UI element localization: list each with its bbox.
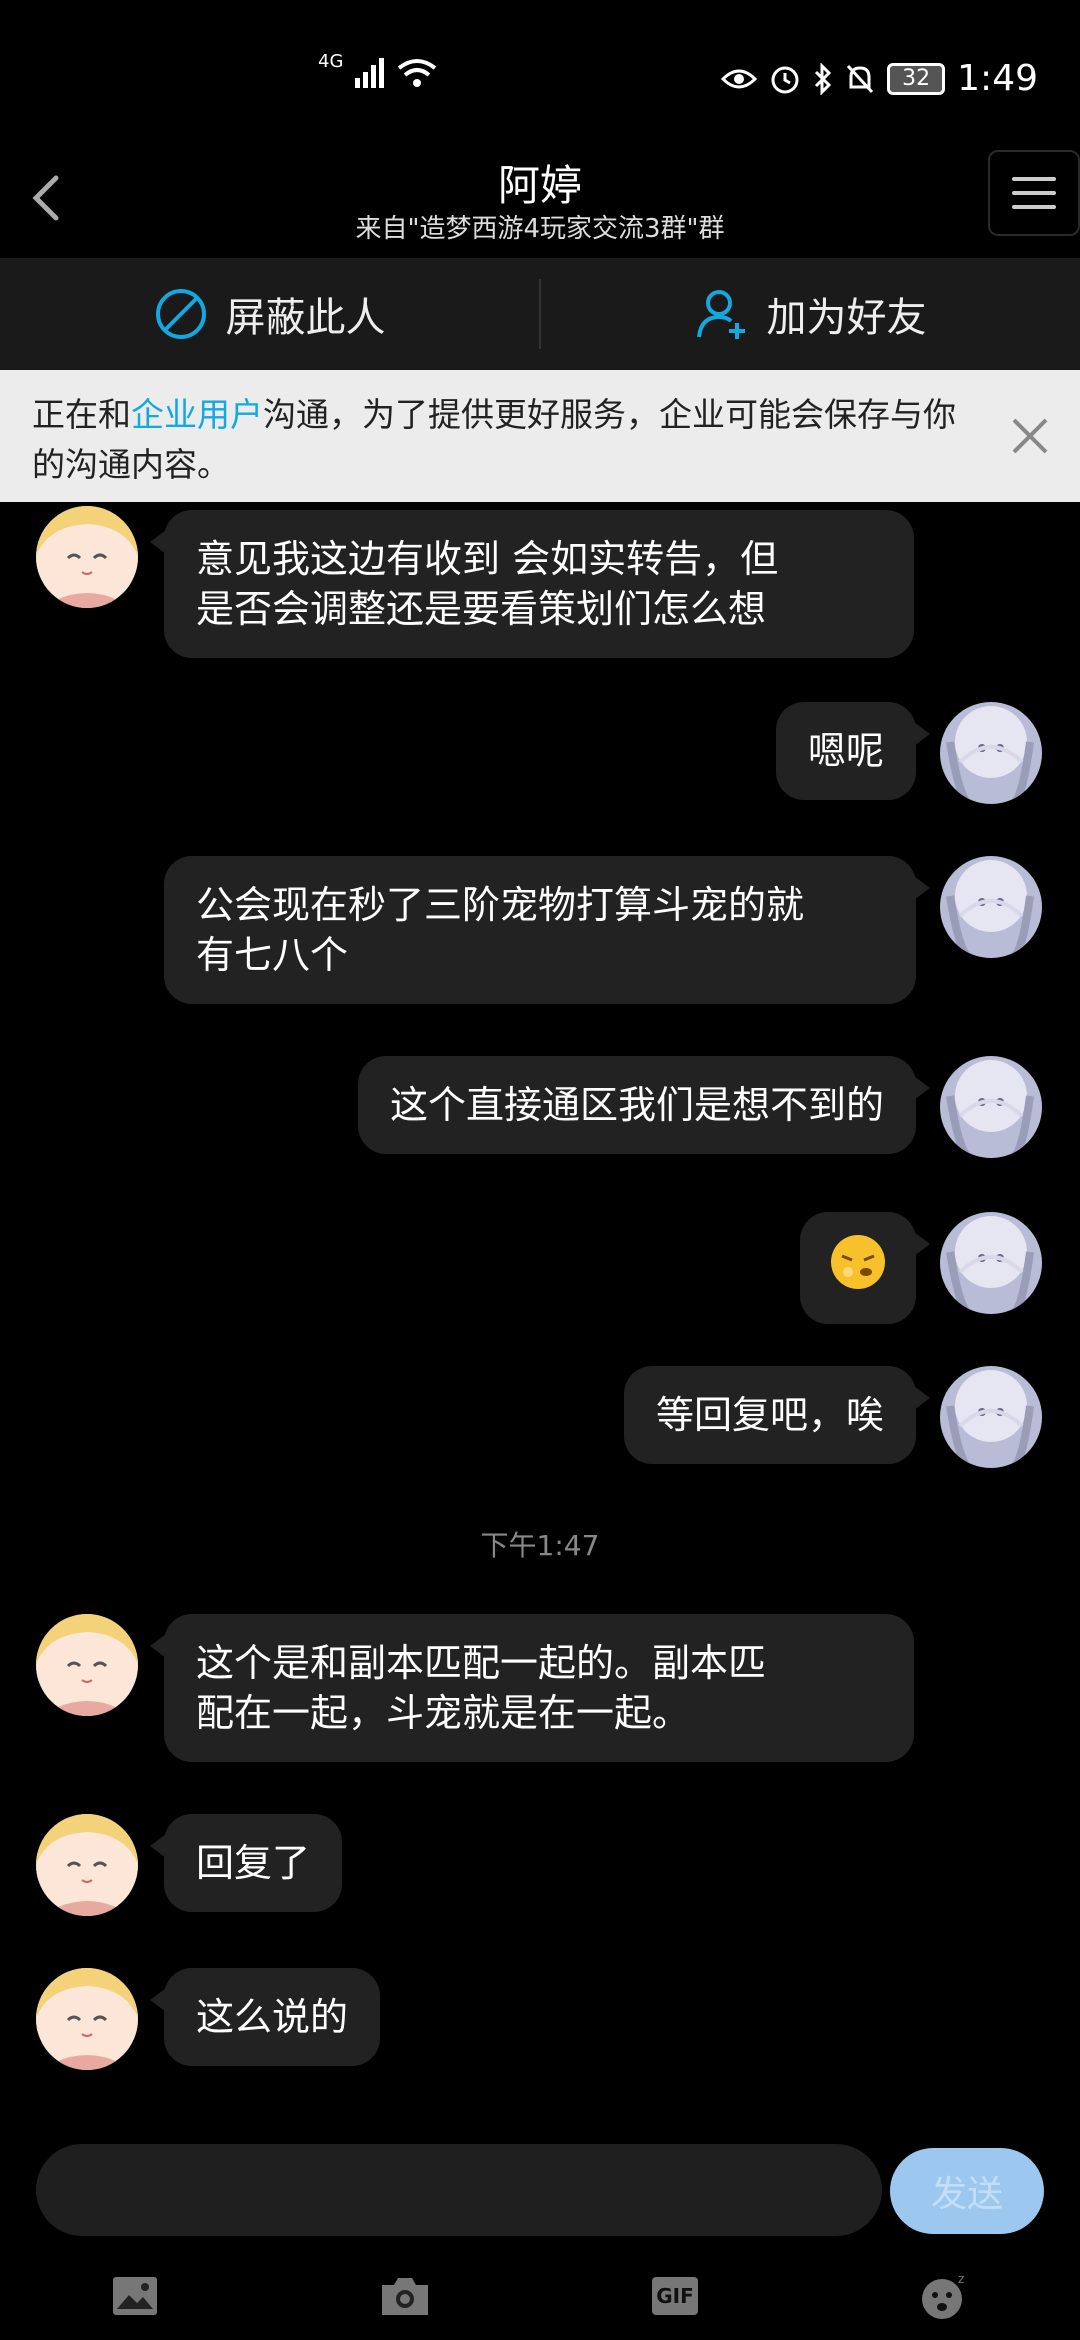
message-line: 公会现在秒了三阶宠物打算斗宠的就 (196, 883, 805, 927)
bluetooth-icon (815, 62, 832, 95)
message-bubble[interactable]: 嗯呢 (775, 702, 931, 800)
message-timestamp: 下午1:47 (480, 1529, 600, 1562)
message-row: 这个是和副本匹配一起的。副本匹 配在一起，斗宠就是在一起。 (0, 1614, 1080, 1764)
silver-hair-avatar-icon (940, 1056, 1042, 1158)
signal-icon (355, 58, 385, 88)
message-line: 这个是和副本匹配一起的。副本匹 (196, 1641, 767, 1685)
message-text: 这么说的 (196, 1995, 349, 2039)
message-bubble[interactable]: 这个是和副本匹配一起的。副本匹 配在一起，斗宠就是在一起。 (150, 1614, 914, 1762)
message-row: 回复了 (0, 1814, 1080, 1924)
message-text: 等回复吧，唉 (655, 1393, 884, 1437)
add-friend-button[interactable]: 加为好友 (541, 258, 1080, 370)
message-row (0, 1212, 1080, 1324)
message-row: 嗯呢 (0, 702, 1080, 812)
message-text: 嗯呢 (807, 729, 884, 773)
message-bubble[interactable]: 意见我这边有收到 会如实转告，但 是否会调整还是要看策划们怎么想 (150, 510, 914, 658)
add-friend-icon (696, 290, 745, 339)
clock: 1:49 (957, 58, 1038, 99)
avatar[interactable] (36, 1968, 138, 2070)
add-friend-label: 加为好友 (766, 295, 927, 341)
action-bar: 屏蔽此人 加为好友 (0, 258, 1080, 370)
block-user-label: 屏蔽此人 (225, 295, 386, 341)
chat-subtitle: 来自"造梦西游4玩家交流3群"群 (355, 214, 725, 244)
camera-icon (382, 2278, 428, 2315)
anime-girl-avatar-icon (36, 506, 138, 608)
message-input[interactable] (36, 2144, 882, 2236)
emoji-button[interactable]: z (915, 2266, 975, 2326)
gif-icon: GIF (652, 2277, 698, 2315)
message-line: 配在一起，斗宠就是在一起。 (196, 1691, 691, 1735)
status-bar: 4G 32 1:49 (0, 0, 1080, 150)
network-indicators: 4G (318, 51, 437, 88)
avatar[interactable] (940, 856, 1042, 958)
message-line: 意见我这边有收到 会如实转告，但 (196, 537, 779, 581)
wifi-icon (398, 59, 437, 87)
chat-title: 阿婷 (497, 161, 582, 210)
emoji-face-icon (831, 1235, 885, 1289)
eye-icon (721, 69, 758, 88)
avatar[interactable] (36, 1614, 138, 1716)
avatar[interactable] (940, 702, 1042, 804)
message-bubble[interactable] (800, 1212, 930, 1324)
enterprise-user-link[interactable]: 企业用户 (131, 395, 263, 434)
gif-button[interactable]: GIF (645, 2266, 705, 2326)
alarm-icon (771, 66, 799, 93)
message-row: 这么说的 (0, 1968, 1080, 2078)
network-type: 4G (318, 50, 344, 72)
anime-girl-avatar-icon (36, 1614, 138, 1716)
message-row: 意见我这边有收到 会如实转告，但 是否会调整还是要看策划们怎么想 (0, 506, 1080, 658)
send-button[interactable]: 发送 (890, 2148, 1044, 2234)
avatar[interactable] (36, 1814, 138, 1916)
message-row: 公会现在秒了三阶宠物打算斗宠的就 有七八个 (0, 856, 1080, 1006)
avatar[interactable] (36, 506, 138, 608)
chat-header: 阿婷 来自"造梦西游4玩家交流3群"群 (0, 150, 1080, 258)
message-text: 回复了 (196, 1841, 311, 1885)
menu-button[interactable] (988, 150, 1080, 236)
svg-text:z: z (958, 2272, 964, 2286)
image-button[interactable] (105, 2266, 165, 2326)
silver-hair-avatar-icon (940, 1366, 1042, 1468)
block-icon (155, 289, 206, 339)
message-bubble[interactable]: 这么说的 (149, 1968, 381, 2066)
message-line: 是否会调整还是要看策划们怎么想 (196, 587, 767, 631)
camera-button[interactable] (375, 2266, 435, 2326)
enterprise-notice: 正在和企业用户沟通，为了提供更好服务，企业可能会保存与你的沟通内容。 (0, 370, 1080, 502)
message-bubble[interactable]: 等回复吧，唉 (623, 1366, 931, 1464)
anime-girl-avatar-icon (36, 1814, 138, 1916)
anime-girl-avatar-icon (36, 1968, 138, 2070)
message-line: 有七八个 (196, 933, 349, 977)
close-icon[interactable] (1008, 414, 1052, 458)
silver-hair-avatar-icon (940, 856, 1042, 958)
notice-prefix: 正在和 (32, 395, 131, 434)
system-indicators: 32 1:49 (721, 58, 1038, 99)
silver-hair-avatar-icon (940, 1212, 1042, 1314)
message-row: 这个直接通区我们是想不到的 (0, 1056, 1080, 1166)
emoji-icon: z (922, 2272, 964, 2319)
message-bubble[interactable]: 这个直接通区我们是想不到的 (357, 1056, 931, 1154)
message-bubble[interactable]: 公会现在秒了三阶宠物打算斗宠的就 有七八个 (164, 856, 930, 1004)
input-toolbar: GIF z (0, 2252, 1080, 2340)
message-row: 等回复吧，唉 (0, 1366, 1080, 1476)
avatar[interactable] (940, 1212, 1042, 1314)
menu-icon (1012, 177, 1056, 181)
avatar[interactable] (940, 1056, 1042, 1158)
image-icon (113, 2277, 157, 2315)
message-list[interactable]: 意见我这边有收到 会如实转告，但 是否会调整还是要看策划们怎么想 嗯呢 公会现在… (0, 502, 1080, 2142)
block-user-button[interactable]: 屏蔽此人 (0, 258, 539, 370)
message-bubble[interactable]: 回复了 (149, 1814, 343, 1912)
silver-hair-avatar-icon (940, 702, 1042, 804)
avatar[interactable] (940, 1366, 1042, 1468)
mute-bell-icon (847, 64, 874, 93)
message-text: 这个直接通区我们是想不到的 (389, 1083, 884, 1127)
battery-indicator: 32 (887, 62, 946, 95)
